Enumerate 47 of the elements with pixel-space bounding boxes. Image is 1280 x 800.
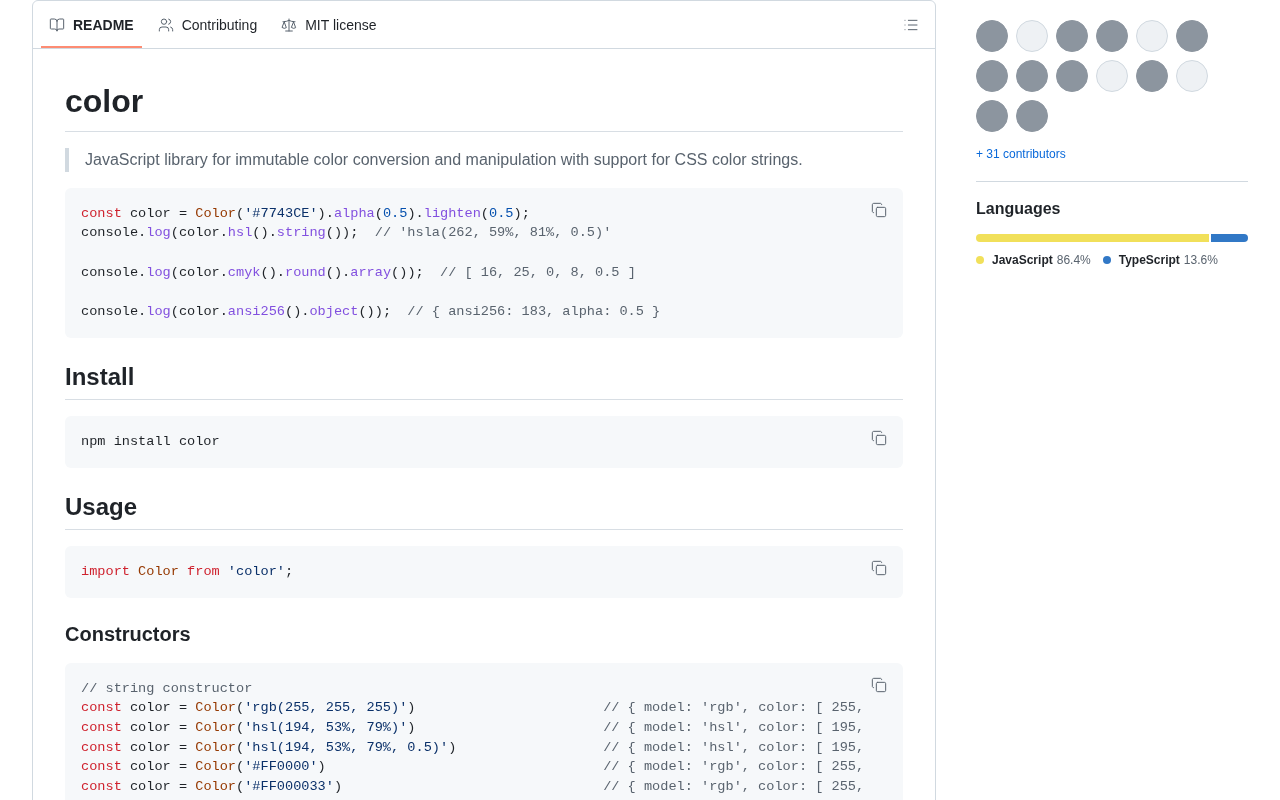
tab[interactable]: README	[41, 1, 142, 48]
contributors-link[interactable]: + 31 contributors	[976, 145, 1066, 163]
copy-icon	[871, 559, 887, 576]
copy-icon	[871, 201, 887, 218]
code-line: console.log(color.cmyk().round().array()); // [ 16, 25, 0, 8, 0.5 ]	[81, 263, 636, 282]
heading: Constructors	[65, 622, 191, 645]
avatar[interactable]	[1096, 20, 1128, 52]
people-icon	[157, 16, 174, 33]
heading: color	[65, 83, 144, 119]
copy-button[interactable]	[871, 430, 887, 447]
heading: Usage	[65, 492, 138, 520]
avatar[interactable]	[1176, 20, 1208, 52]
avatar[interactable]	[1016, 60, 1048, 92]
code-line: const color = Color('hsl(194, 53%, 79%)') // { model: 'hsl', color: [ 195,	[81, 719, 865, 738]
code-line: const color = Color('#7743CE').alpha(0.5).lighten(0.5);	[81, 204, 530, 223]
avatar[interactable]	[976, 60, 1008, 92]
avatar[interactable]	[1136, 60, 1168, 92]
avatar[interactable]	[1016, 100, 1048, 132]
code-line: // string constructor	[81, 679, 253, 698]
code-line: const color = Color('#FF000033') // { model: 'rgb', color: [ 255,	[81, 778, 865, 797]
copy-button[interactable]	[871, 676, 887, 693]
language-percent: 86.4%	[1056, 252, 1091, 269]
code-line: const color = Color('rgb(255, 255, 255)') // { model: 'rgb', color: [ 255,	[81, 699, 865, 718]
avatar[interactable]	[976, 20, 1008, 52]
copy-button[interactable]	[871, 559, 887, 576]
language-name[interactable]: JavaScript	[992, 251, 1053, 269]
language-percent: 13.6%	[1183, 252, 1218, 269]
avatar[interactable]	[1056, 20, 1088, 52]
code-line: import Color from 'color';	[81, 562, 294, 581]
heading: Install	[65, 362, 135, 390]
copy-icon	[871, 676, 887, 693]
language-name[interactable]: TypeScript	[1118, 251, 1180, 269]
copy-button[interactable]	[871, 201, 887, 218]
tab[interactable]: Contributing	[149, 1, 266, 48]
book-icon	[49, 16, 65, 33]
blockquote: JavaScript library for immutable color conversion and manipulation with support for CSS color strings.	[65, 147, 903, 172]
scale-icon	[281, 16, 298, 33]
avatar[interactable]	[976, 100, 1008, 132]
tab[interactable]: MIT license	[273, 1, 385, 48]
section-title: Languages	[976, 200, 1061, 217]
code-line: console.log(color.ansi256().object()); // { ansi256: 183, alpha: 0.5 }	[81, 303, 661, 322]
copy-icon	[871, 430, 887, 447]
avatar[interactable]	[1056, 60, 1088, 92]
code-line: const color = Color('hsl(194, 53%, 79%, 0.5)') // { model: 'hsl', color: [ 195,	[81, 738, 865, 757]
code-line: const color = Color('#FF0000') // { model: 'rgb', color: [ 255,	[81, 758, 865, 777]
code-line: console.log(color.hsl().string()); // 'hsla(262, 59%, 81%, 0.5)'	[81, 224, 612, 243]
code-line: npm install color	[81, 433, 220, 452]
